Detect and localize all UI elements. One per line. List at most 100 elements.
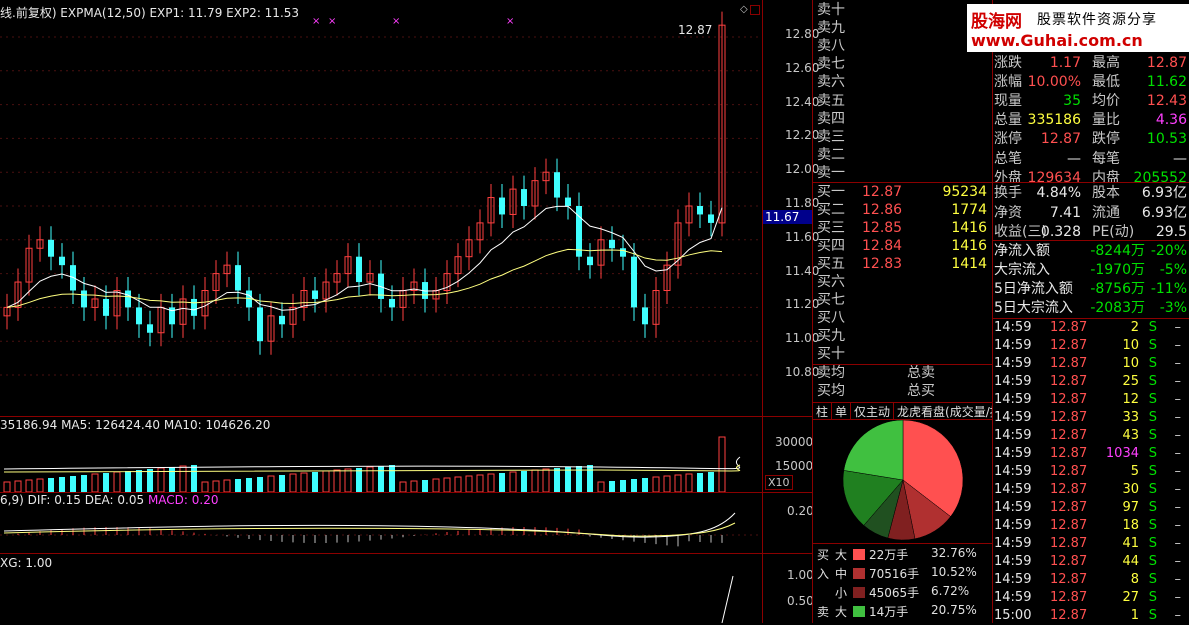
tick-dash: – — [1174, 536, 1182, 551]
avg-sell-label: 卖均 — [817, 365, 845, 381]
tick-price: 12.87 — [1050, 446, 1088, 461]
tick-price: 12.87 — [1050, 482, 1088, 497]
sell-level-row[interactable]: 卖四 — [817, 110, 992, 128]
fund-flow-row: 大宗流入 -1970万 -5% — [994, 261, 1189, 280]
analysis-tabs: 柱单仅主动 龙虎看盘(成交量/按 — [813, 402, 992, 420]
tab-active-only[interactable]: 仅主动 — [851, 403, 895, 419]
fund-flow-row: 5日大宗流入 -2083万 -3% — [994, 299, 1189, 318]
buy-level-row[interactable]: 买七 — [817, 291, 992, 309]
quote-label: 每笔 — [1092, 150, 1120, 167]
tick-side: S — [1148, 464, 1157, 479]
tick-dash: – — [1174, 590, 1182, 605]
trade-tick-row: 14:59 12.87 27 S – — [994, 589, 1189, 607]
axis-settings-icon[interactable] — [750, 5, 760, 15]
volume-bar — [312, 472, 318, 492]
buy-level-row[interactable]: 买六 — [817, 273, 992, 291]
candle-body — [609, 239, 615, 249]
macd-panel[interactable]: 6,9) DIF: 0.15 DEA: 0.05 MACD: 0.20 — [0, 493, 762, 553]
quote-value: 35 — [1063, 93, 1081, 110]
volume-bar — [125, 471, 131, 492]
tick-dash: – — [1174, 446, 1182, 461]
volume-bar — [147, 469, 153, 492]
legend-pct: 32.76% — [931, 546, 977, 560]
sell-level-label: 卖二 — [817, 146, 845, 163]
volume-bar — [91, 473, 99, 492]
buy-level-label: 买六 — [817, 274, 845, 290]
volume-bar — [521, 471, 527, 492]
tick-dash: – — [1174, 338, 1182, 353]
volume-bar — [674, 474, 682, 492]
volume-tick: 30000 — [775, 435, 814, 449]
xg-panel[interactable]: XG: 1.00 — [0, 554, 762, 623]
tick-volume: 43 — [1122, 428, 1139, 443]
sell-level-row[interactable]: 卖九 — [817, 19, 992, 37]
buy-level-row[interactable]: 买一 12.87 95234 — [817, 183, 992, 201]
candle-body — [257, 307, 263, 342]
tick-volume: 97 — [1122, 500, 1139, 515]
tab-bar[interactable]: 柱 — [813, 403, 833, 419]
tab-single[interactable]: 单 — [832, 403, 852, 419]
buy-level-row[interactable]: 买五 12.83 1414 — [817, 255, 992, 273]
watermark-url: www.Guhai.com.cn — [971, 31, 1143, 50]
current-price-marker: 11.67 — [763, 210, 813, 224]
volume-bars — [3, 436, 741, 492]
sell-level-row[interactable]: 卖二 — [817, 146, 992, 164]
fund-flow-pct: -3% — [1159, 300, 1187, 316]
main-chart-area[interactable]: 线.前复权) EXPMA(12,50) EXP1: 11.79 EXP2: 11… — [0, 0, 812, 416]
buy-level-row[interactable]: 买十 — [817, 345, 992, 363]
volume-bar — [113, 471, 121, 492]
sell-level-row[interactable]: 卖七 — [817, 55, 992, 73]
tick-price: 12.87 — [1050, 392, 1088, 407]
volume-unit-badge[interactable]: X10 — [765, 475, 793, 490]
tick-volume: 1 — [1130, 608, 1139, 623]
volume-bar — [3, 481, 11, 492]
volume-bar — [389, 465, 395, 492]
volume-bar — [476, 474, 484, 492]
sell-level-row[interactable]: 卖八 — [817, 37, 992, 55]
volume-tick: 15000 — [775, 459, 814, 473]
candle-body — [521, 189, 527, 206]
volume-bar — [597, 481, 605, 492]
buy-level-row[interactable]: 买八 — [817, 309, 992, 327]
sell-level-row[interactable]: 卖六 — [817, 73, 992, 91]
pie-legend-row: 卖大 14万手 20.75% — [813, 603, 992, 621]
sell-level-row[interactable]: 卖一 — [817, 164, 992, 182]
trade-tick-row: 14:59 12.87 18 S – — [994, 517, 1189, 535]
volume-bar — [399, 481, 407, 492]
tab-dragon-tiger[interactable]: 龙虎看盘(成交量/按 — [894, 403, 992, 419]
buy-level-label: 买二 — [817, 202, 845, 218]
buy-level-label: 买八 — [817, 310, 845, 326]
tick-price: 12.87 — [1050, 536, 1088, 551]
buy-level-row[interactable]: 买四 12.84 1416 — [817, 237, 992, 255]
tick-price: 12.87 — [1050, 320, 1088, 335]
tick-side: S — [1148, 392, 1157, 407]
fund-flow-row: 净流入额 -8244万 -20% — [994, 242, 1189, 261]
candle-body — [389, 298, 395, 308]
sell-level-label: 卖八 — [817, 38, 845, 55]
volume-panel[interactable]: 35186.94 MA5: 126424.40 MA10: 104626.20 — [0, 417, 762, 492]
buy-level-row[interactable]: 买九 — [817, 327, 992, 345]
sell-level-row[interactable]: 卖十 — [817, 1, 992, 19]
buy-level-label: 买十 — [817, 346, 845, 362]
candle-body — [576, 206, 582, 257]
tick-time: 14:59 — [994, 320, 1032, 335]
tick-side: S — [1148, 410, 1157, 425]
total-buy-label: 总买 — [907, 383, 935, 399]
quote-label: 量比 — [1092, 112, 1120, 129]
candle-body — [631, 256, 637, 308]
quote-row: 涨幅 10.00% 最低 11.62 — [994, 73, 1189, 92]
trade-tick-row: 14:59 12.87 8 S – — [994, 571, 1189, 589]
sell-level-row[interactable]: 卖三 — [817, 128, 992, 146]
axis-expand-icon[interactable]: ◇ — [740, 4, 748, 15]
legend-value: 14万手 — [869, 605, 909, 619]
buy-level-row[interactable]: 买三 12.85 1416 — [817, 219, 992, 237]
sell-level-row[interactable]: 卖五 — [817, 92, 992, 110]
volume-bar — [587, 465, 593, 492]
fund-flow-value: -2083万 — [1090, 300, 1145, 316]
buy-level-row[interactable]: 买二 12.86 1774 — [817, 201, 992, 219]
fund-flow-label: 5日大宗流入 — [994, 300, 1073, 316]
quote-value: 10.53 — [1146, 131, 1187, 148]
quote-label: 股本 — [1092, 185, 1120, 201]
legend-size: 小 — [835, 586, 848, 600]
volume-bar — [378, 466, 384, 492]
